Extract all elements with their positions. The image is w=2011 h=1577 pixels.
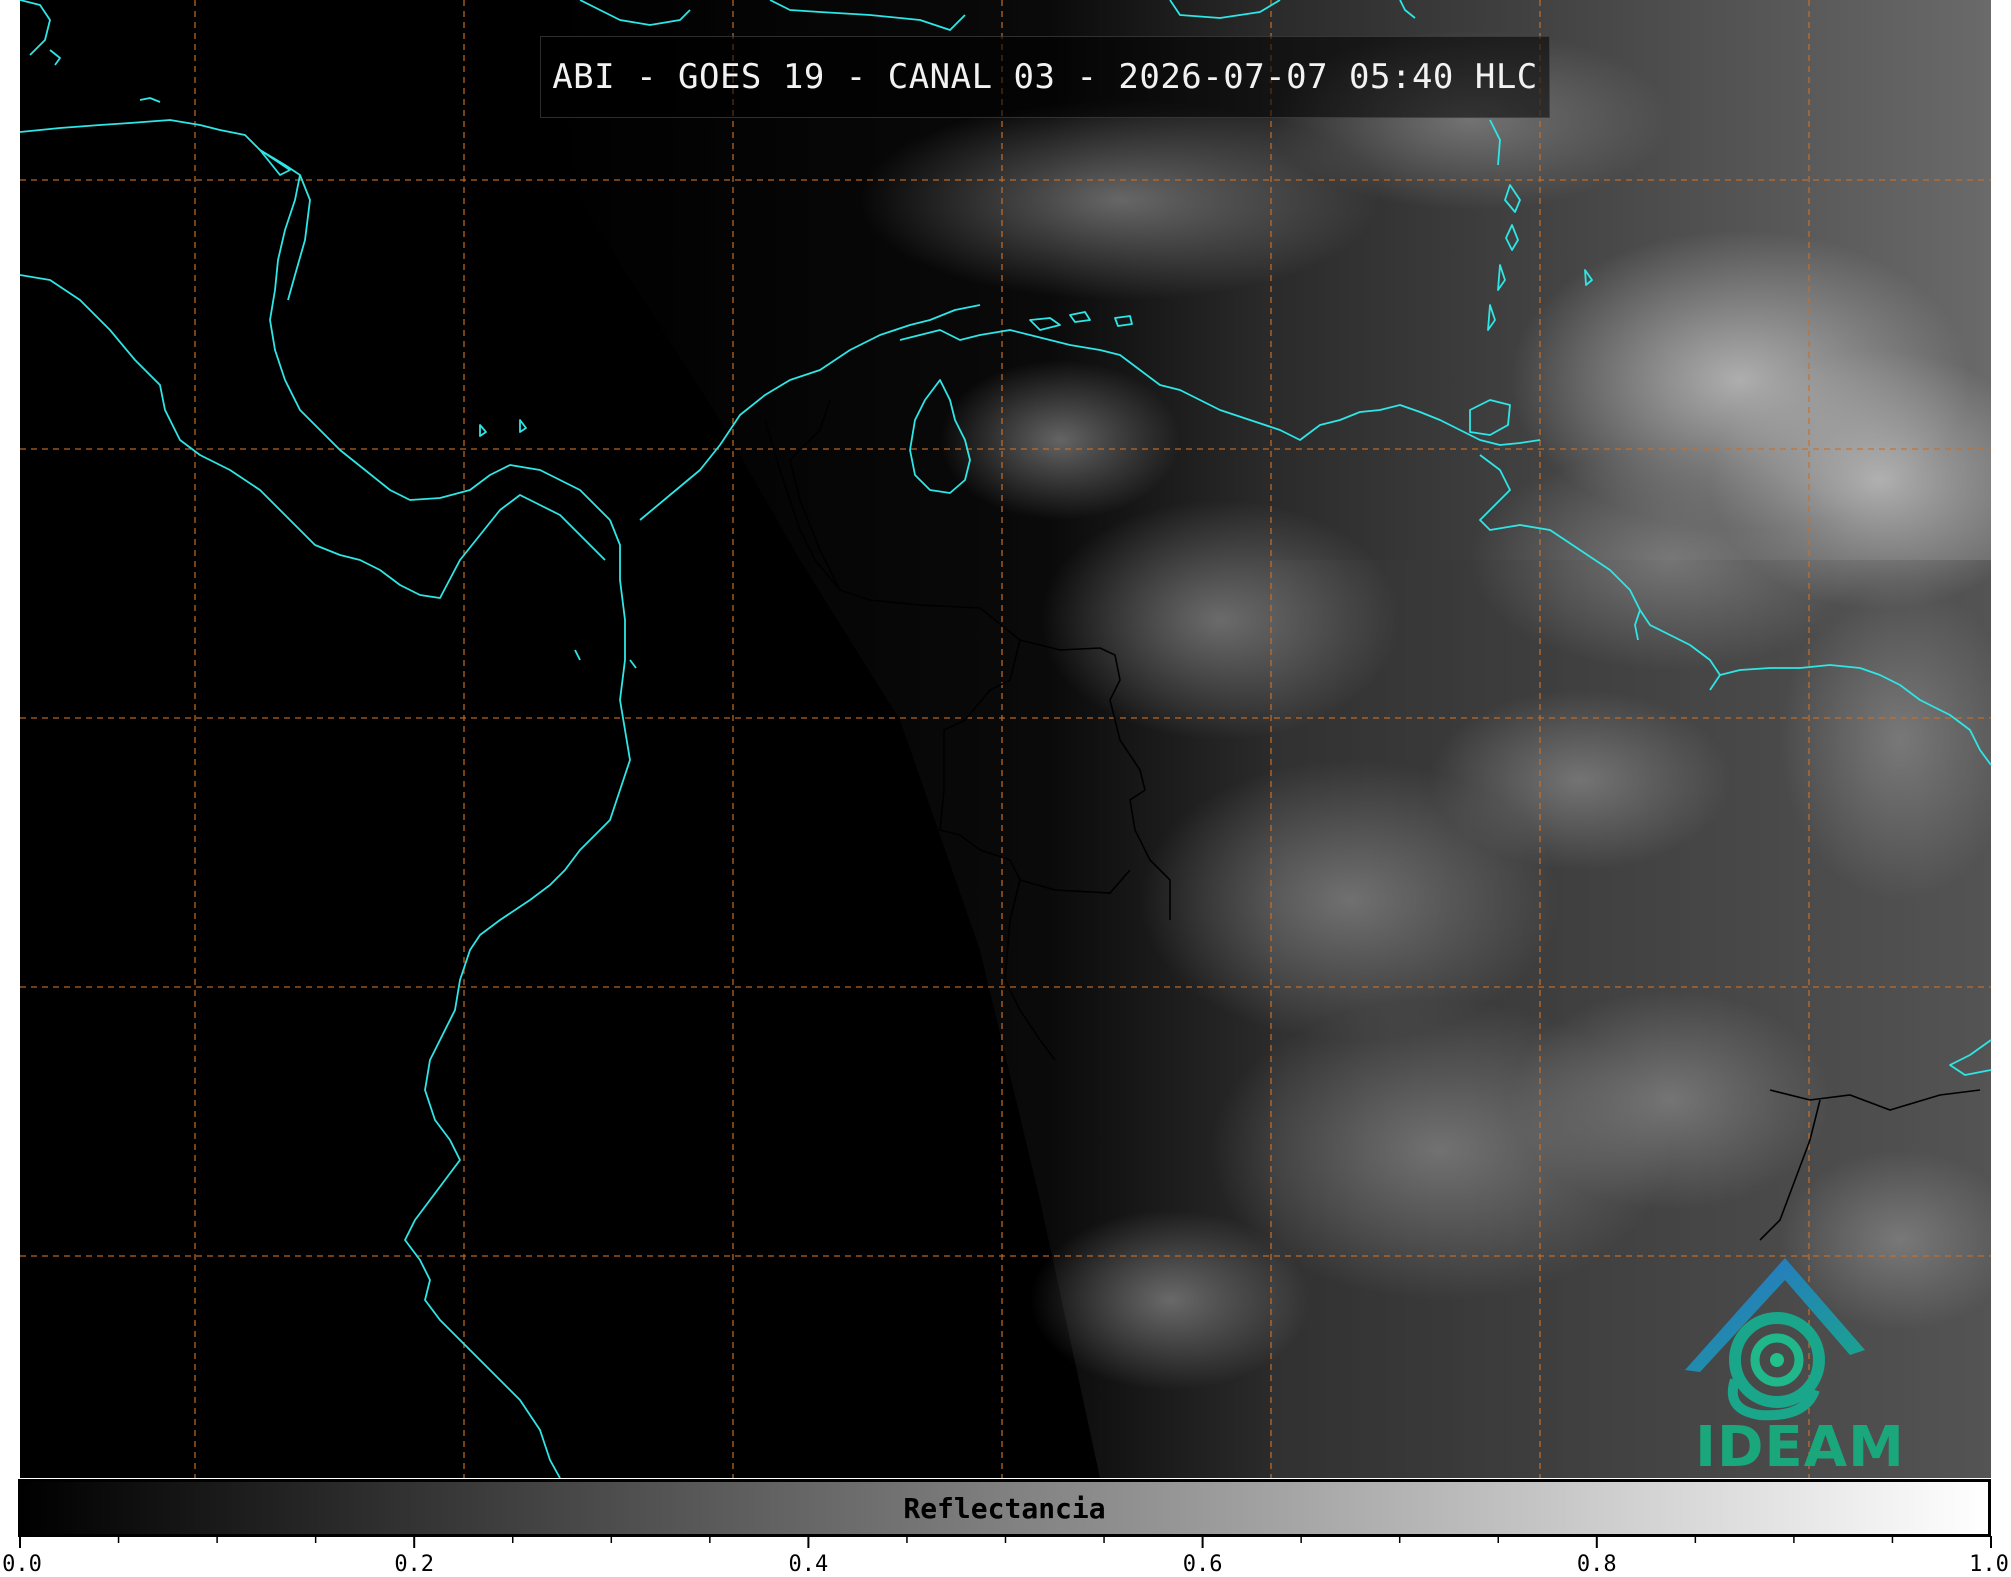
satellite-map: ABI - GOES 19 - CANAL 03 - 2026-07-07 05…: [20, 0, 1991, 1478]
colorbar-ticks: [19, 1536, 1992, 1548]
colorbar-tick-label: 1.0: [1969, 1552, 2009, 1577]
colorbar-tick-label: 0.2: [394, 1552, 435, 1577]
colorbar-tick-label: 0.4: [788, 1552, 829, 1577]
colorbar-tick-label: 0.8: [1576, 1552, 1617, 1577]
colorbar-label: Reflectancia: [903, 1491, 1106, 1525]
colorbar-tick-label: 0.6: [1182, 1552, 1223, 1577]
colorbar-tick-label: 0.0: [2, 1552, 42, 1577]
map-title: ABI - GOES 19 - CANAL 03 - 2026-07-07 05…: [540, 36, 1550, 118]
colorbar: Reflectancia: [18, 1479, 1991, 1537]
logo-text: IDEAM: [1695, 1415, 1905, 1478]
satellite-image: [20, 0, 1991, 1478]
